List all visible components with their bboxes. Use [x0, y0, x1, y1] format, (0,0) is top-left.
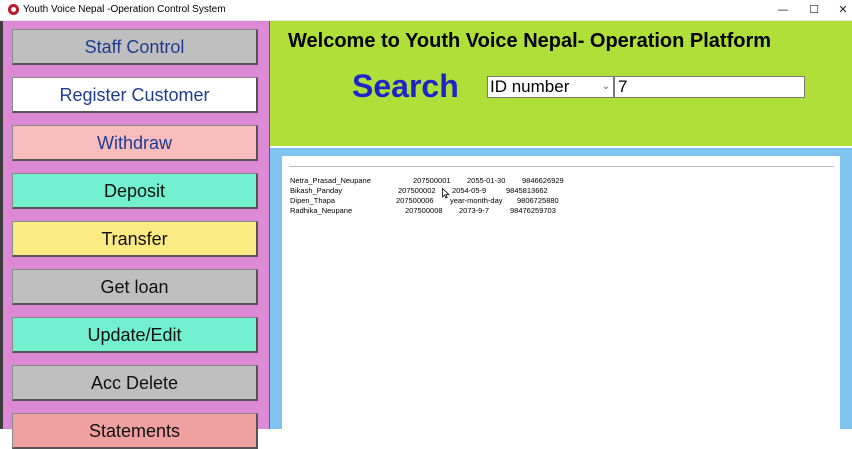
customer-phone: 98476259703 [510, 206, 556, 215]
chevron-down-icon: ⌄ [601, 81, 610, 92]
customer-name: Dipen_Thapa [290, 196, 336, 205]
staff-control-button[interactable]: Staff Control [12, 29, 258, 65]
app-icon [8, 4, 19, 15]
window-titlebar: Youth Voice Nepal -Operation Control Sys… [0, 0, 852, 21]
customer-id: 207500008 [405, 206, 443, 215]
results-divider [289, 166, 834, 167]
list-item[interactable]: Netra_Prasad_Neupane 207500001 2055-01-3… [282, 176, 840, 185]
sidebar-edge [0, 21, 3, 429]
list-item[interactable]: Bikash_Panday 207500002 2054-05-9 984581… [282, 186, 840, 195]
close-button[interactable]: ✕ [826, 0, 852, 20]
customer-name: Bikash_Panday [290, 186, 343, 195]
minimize-button[interactable]: — [766, 0, 800, 20]
acc-delete-button[interactable]: Acc Delete [12, 365, 258, 401]
page-title: Welcome to Youth Voice Nepal- Operation … [288, 30, 772, 52]
customer-phone: 9846626929 [522, 176, 564, 185]
results-list[interactable]: Netra_Prasad_Neupane 207500001 2055-01-3… [282, 156, 840, 429]
customer-name: Netra_Prasad_Neupane [290, 176, 371, 185]
list-item[interactable]: Radhika_Neupane 207500008 2073-9-7 98476… [282, 206, 840, 215]
search-by-select[interactable]: ID number ⌄ [487, 76, 614, 98]
customer-id: 207500001 [413, 176, 451, 185]
customer-name: Radhika_Neupane [290, 206, 353, 215]
search-by-selected: ID number [490, 77, 570, 96]
customer-date: 2054-05-9 [452, 186, 487, 195]
search-label: Search [352, 68, 459, 104]
header-panel: Welcome to Youth Voice Nepal- Operation … [270, 21, 852, 146]
mouse-cursor-icon [442, 188, 450, 199]
get-loan-button[interactable]: Get loan [12, 269, 258, 305]
customer-date: 2073-9-7 [459, 206, 490, 215]
sidebar: Staff Control Register Customer Withdraw… [0, 21, 270, 449]
withdraw-button[interactable]: Withdraw [12, 125, 258, 161]
customer-date: year-month-day [450, 196, 503, 205]
results-frame: Netra_Prasad_Neupane 207500001 2055-01-3… [270, 148, 852, 429]
statements-button[interactable]: Statements [12, 413, 258, 449]
customer-date: 2055-01-30 [467, 176, 506, 185]
transfer-button[interactable]: Transfer [12, 221, 258, 257]
search-input[interactable]: 7 [614, 76, 805, 98]
update-edit-button[interactable]: Update/Edit [12, 317, 258, 353]
customer-id: 207500002 [398, 186, 436, 195]
register-customer-button[interactable]: Register Customer [12, 77, 258, 113]
window-title: Youth Voice Nepal -Operation Control Sys… [23, 4, 226, 15]
customer-phone: 9806725880 [517, 196, 559, 205]
customer-phone: 9845813662 [506, 186, 548, 195]
list-item[interactable]: Dipen_Thapa 207500006 year-month-day 980… [282, 196, 840, 205]
deposit-button[interactable]: Deposit [12, 173, 258, 209]
customer-id: 207500006 [396, 196, 434, 205]
